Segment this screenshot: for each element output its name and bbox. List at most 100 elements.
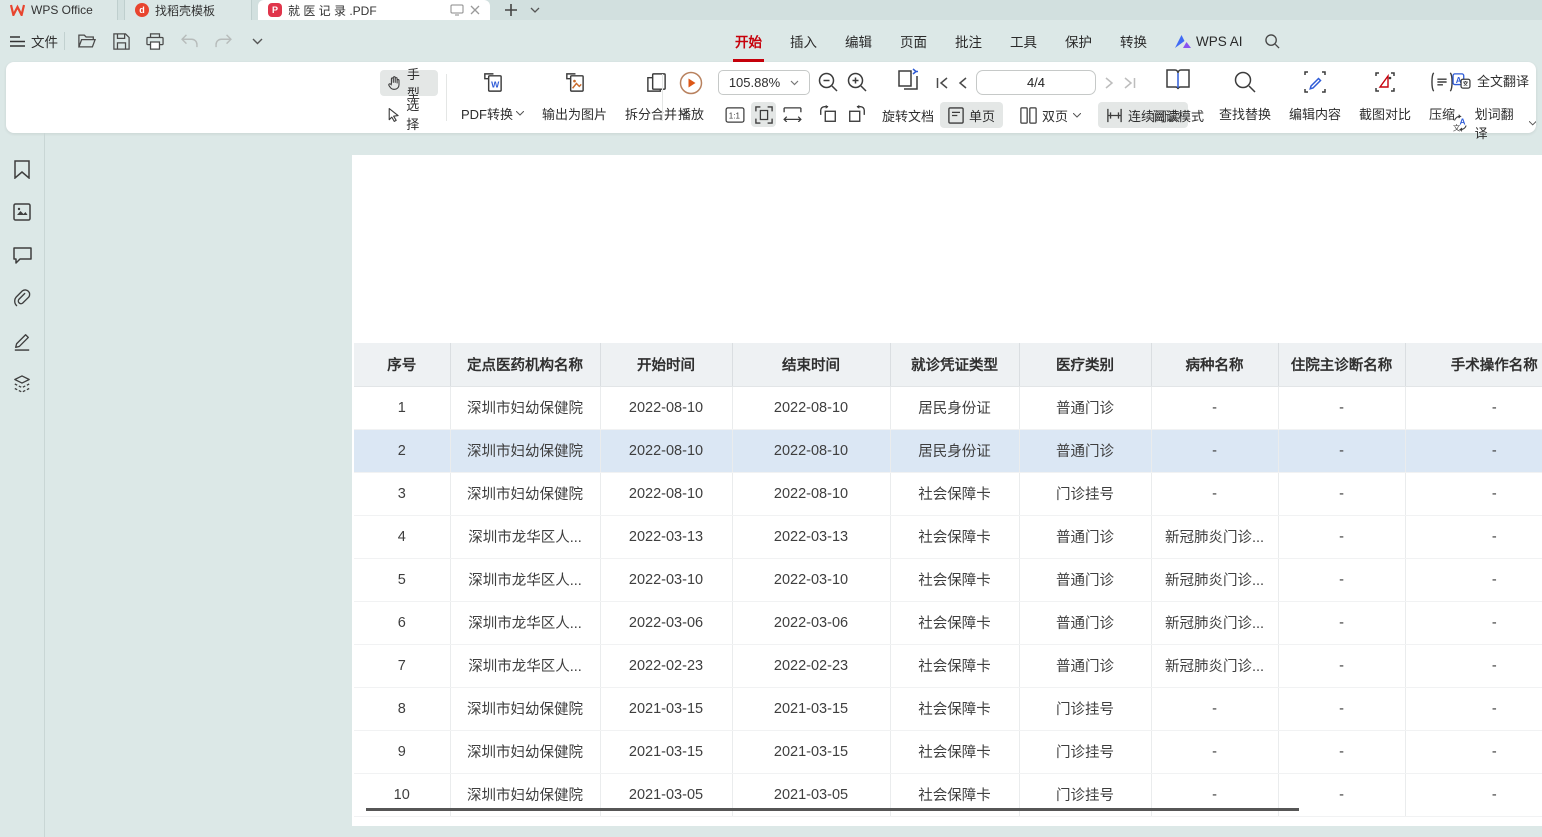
wps-ai-logo-icon xyxy=(1175,35,1191,48)
ribbon-tab-page[interactable]: 页面 xyxy=(900,20,927,62)
one-to-one-icon: 1:1 xyxy=(725,107,745,123)
ribbon-tab-home[interactable]: 开始 xyxy=(735,20,762,62)
rotate-doc-icon-slot[interactable] xyxy=(872,67,944,93)
table-cell: 社会保障卡 xyxy=(890,687,1019,730)
table-cell: 门诊挂号 xyxy=(1019,472,1151,515)
open-file-icon[interactable] xyxy=(76,30,98,52)
table-cell: - xyxy=(1278,429,1405,472)
ribbon-tab-insert[interactable]: 插入 xyxy=(790,20,817,62)
table-cell: 2022-08-10 xyxy=(600,386,732,429)
hamburger-icon xyxy=(10,36,25,47)
prev-page-button[interactable] xyxy=(958,77,967,89)
attachment-icon[interactable] xyxy=(12,288,32,308)
wps-ai-button[interactable]: WPS AI xyxy=(1175,20,1243,62)
ribbon-search-button[interactable] xyxy=(1265,20,1280,62)
rotate-pages-icon xyxy=(895,67,921,93)
new-tab-icon[interactable] xyxy=(504,3,518,17)
redo-icon[interactable] xyxy=(212,30,234,52)
table-row: 7深圳市龙华区人...2022-02-232022-02-23社会保障卡普通门诊… xyxy=(354,644,1542,687)
close-tab-icon[interactable] xyxy=(470,5,480,15)
hand-icon xyxy=(387,75,401,91)
table-cell: 2 xyxy=(354,429,450,472)
table-cell: 门诊挂号 xyxy=(1019,730,1151,773)
zoom-in-button[interactable] xyxy=(847,72,867,92)
print-icon[interactable] xyxy=(144,30,166,52)
read-mode-label[interactable]: 阅读模式 xyxy=(1146,106,1210,125)
table-cell: - xyxy=(1405,601,1542,644)
fit-width-icon xyxy=(783,107,802,122)
table-cell: - xyxy=(1278,644,1405,687)
file-menu-button[interactable]: 文件 xyxy=(10,20,58,62)
table-cell: 新冠肺炎门诊... xyxy=(1151,644,1278,687)
svg-text:文: 文 xyxy=(1453,122,1461,132)
next-page-button[interactable] xyxy=(1105,77,1114,89)
fit-page-icon xyxy=(755,106,773,124)
bookmark-icon[interactable] xyxy=(12,159,32,179)
last-page-icon xyxy=(1123,77,1136,89)
table-cell: - xyxy=(1278,558,1405,601)
hand-tool-button[interactable]: 手型 xyxy=(380,70,438,96)
tab-docer[interactable]: d 找稻壳模板 xyxy=(124,0,252,20)
rotate-left-button[interactable] xyxy=(818,104,838,124)
full-translate-button[interactable]: A 全文翻译 xyxy=(1452,71,1529,90)
table-cell: 7 xyxy=(354,644,450,687)
zoom-level-combo[interactable]: 105.88% xyxy=(718,70,810,95)
last-page-button[interactable] xyxy=(1123,77,1136,89)
play-button[interactable]: 播放 xyxy=(674,68,708,127)
ribbon-tab-edit[interactable]: 编辑 xyxy=(845,20,872,62)
table-cell: 2022-03-13 xyxy=(732,515,890,558)
zoom-out-button[interactable] xyxy=(818,72,838,92)
divider xyxy=(446,74,447,121)
single-page-icon xyxy=(948,107,964,124)
tab-wps-office[interactable]: WPS Office xyxy=(0,0,118,20)
zoom-in-icon xyxy=(847,72,867,92)
table-header-cell: 手术操作名称 xyxy=(1405,343,1542,386)
word-translate-icon: A文 xyxy=(1452,114,1469,132)
thumbnail-icon[interactable] xyxy=(12,202,32,222)
table-row: 4深圳市龙华区人...2022-03-132022-03-13社会保障卡普通门诊… xyxy=(354,515,1542,558)
more-actions-chevron-icon[interactable] xyxy=(246,30,268,52)
single-page-button[interactable]: 单页 xyxy=(940,102,1003,128)
rotate-right-button[interactable] xyxy=(847,104,867,124)
export-image-icon xyxy=(563,71,586,94)
table-cell: 深圳市龙华区人... xyxy=(450,515,600,558)
table-cell: 2021-03-15 xyxy=(600,730,732,773)
rotate-doc-label[interactable]: 旋转文档 xyxy=(872,106,944,125)
double-page-button[interactable]: 双页 xyxy=(1012,102,1089,128)
edit-content-button[interactable]: 编辑内容 xyxy=(1280,68,1350,127)
pdf-page: 序号定点医药机构名称开始时间结束时间就诊凭证类型医疗类别病种名称住院主诊断名称手… xyxy=(352,155,1542,826)
word-translate-button[interactable]: A文 划词翻译 xyxy=(1452,104,1536,142)
table-cell: 2022-08-10 xyxy=(732,386,890,429)
fit-page-button[interactable] xyxy=(751,102,776,127)
comment-icon[interactable] xyxy=(12,245,32,265)
layers-icon[interactable] xyxy=(12,374,32,394)
ribbon-tab-tools[interactable]: 工具 xyxy=(1010,20,1037,62)
first-page-button[interactable] xyxy=(936,77,949,89)
find-replace-button[interactable]: 查找替换 xyxy=(1210,68,1280,127)
read-mode-icon-slot[interactable] xyxy=(1146,67,1210,91)
tab-list-chevron-icon[interactable] xyxy=(530,7,540,13)
signature-icon[interactable] xyxy=(12,331,32,351)
ribbon-tab-comment[interactable]: 批注 xyxy=(955,20,982,62)
table-cell: 深圳市龙华区人... xyxy=(450,644,600,687)
table-cell: - xyxy=(1405,773,1542,816)
divider xyxy=(64,32,65,50)
page-number-input[interactable] xyxy=(976,70,1096,95)
table-cell: 深圳市妇幼保健院 xyxy=(450,472,600,515)
export-image-button[interactable]: 输出为图片 xyxy=(533,68,616,127)
tab-document-active[interactable]: P 就 医 记 录 .PDF xyxy=(258,0,490,20)
table-cell: - xyxy=(1278,386,1405,429)
split-merge-icon xyxy=(645,71,668,94)
pdf-convert-button[interactable]: W PDF转换 xyxy=(452,68,533,127)
monitor-icon[interactable] xyxy=(450,4,464,16)
actual-size-button[interactable]: 1:1 xyxy=(722,102,747,127)
wps-logo-icon xyxy=(10,4,25,16)
ribbon-tab-convert[interactable]: 转换 xyxy=(1120,20,1147,62)
screenshot-compare-button[interactable]: 截图对比 xyxy=(1350,68,1420,127)
undo-icon[interactable] xyxy=(178,30,200,52)
fit-width-button[interactable] xyxy=(780,102,805,127)
ribbon-tab-protect[interactable]: 保护 xyxy=(1065,20,1092,62)
save-icon[interactable] xyxy=(110,30,132,52)
select-tool-button[interactable]: 选择 xyxy=(380,101,438,127)
table-header-cell: 序号 xyxy=(354,343,450,386)
